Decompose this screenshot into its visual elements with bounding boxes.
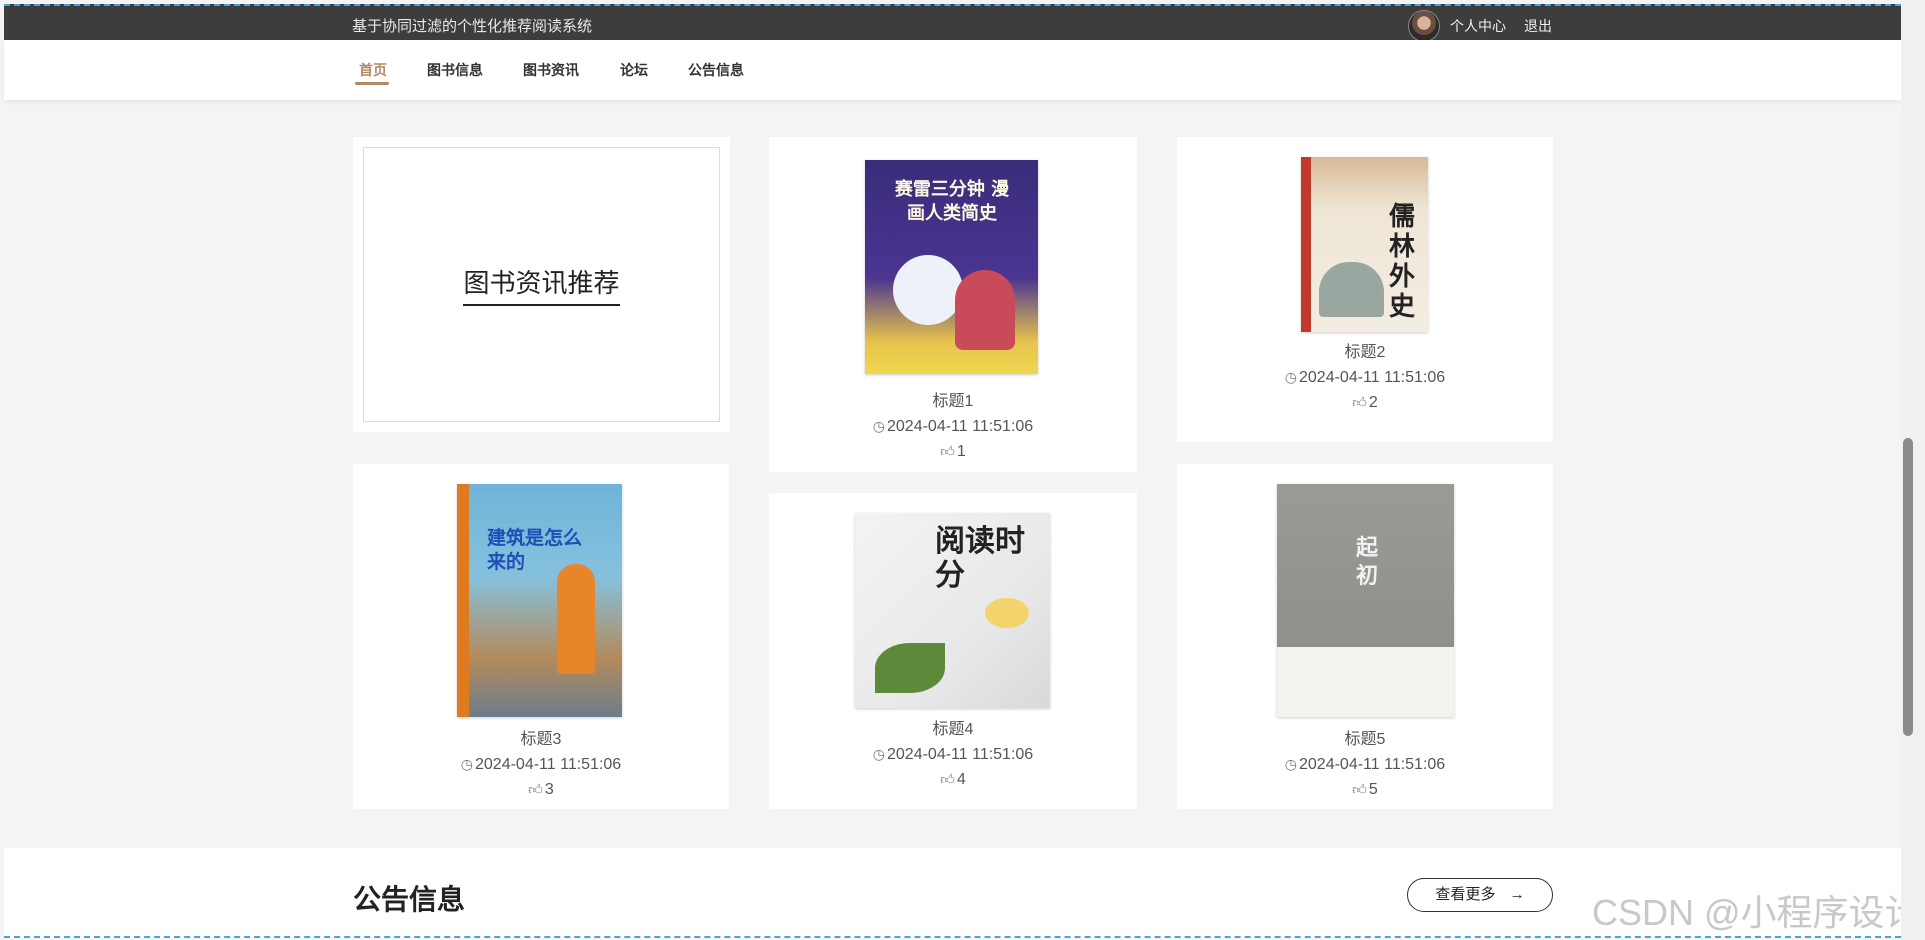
cover-text: 儒林外史 <box>1388 202 1415 322</box>
article-likes: 5 <box>1368 781 1378 798</box>
logout-link[interactable]: 退出 <box>1524 16 1552 36</box>
cover-illustration <box>955 270 1015 350</box>
clock-icon: ◷ <box>1284 756 1297 772</box>
clock-icon: ◷ <box>460 756 473 772</box>
scrollbar-thumb[interactable] <box>1903 438 1913 736</box>
article-date-row: ◷ 2024-04-11 11:51:06 <box>769 742 1137 767</box>
article-card[interactable]: 赛雷三分钟 漫画人类简史 标题1 ◷ 2024-04-11 11:51:06 👍︎… <box>769 137 1137 472</box>
article-date-row: ◷ 2024-04-11 11:51:06 <box>769 414 1137 439</box>
news-recommend-card[interactable]: 图书资讯推荐 <box>353 137 730 432</box>
article-likes-row: 👍︎ 5 <box>1177 777 1553 802</box>
main-nav: 首页 图书信息 图书资讯 论坛 公告信息 <box>4 40 1901 100</box>
article-title[interactable]: 标题3 <box>353 728 729 752</box>
nav-item-book-news[interactable]: 图书资讯 <box>523 60 579 80</box>
article-date: 2024-04-11 11:51:06 <box>475 756 622 773</box>
cover-illustration <box>1319 262 1384 317</box>
article-cover-image[interactable]: 建筑是怎么来的 <box>457 484 622 717</box>
article-likes: 4 <box>956 771 966 788</box>
view-more-label: 查看更多 <box>1435 886 1496 903</box>
nav-item-forum[interactable]: 论坛 <box>620 60 648 80</box>
article-meta: 标题2 ◷ 2024-04-11 11:51:06 👍︎ 2 <box>1177 341 1553 415</box>
article-date: 2024-04-11 11:51:06 <box>887 418 1034 435</box>
cover-illustration <box>875 643 945 693</box>
nav-item-book-info[interactable]: 图书信息 <box>427 60 483 80</box>
thumbs-up-icon[interactable]: 👍︎ <box>940 439 955 463</box>
article-meta: 标题1 ◷ 2024-04-11 11:51:06 👍︎ 1 <box>769 390 1137 464</box>
article-meta: 标题5 ◷ 2024-04-11 11:51:06 👍︎ 5 <box>1177 728 1553 802</box>
page-edge <box>0 0 4 940</box>
thumbs-up-icon[interactable]: 👍︎ <box>1352 777 1367 801</box>
cover-text: 赛雷三分钟 漫画人类简史 <box>894 179 1010 224</box>
article-likes: 2 <box>1368 394 1378 411</box>
article-date: 2024-04-11 11:51:06 <box>1299 756 1446 773</box>
article-meta: 标题3 ◷ 2024-04-11 11:51:06 👍︎ 3 <box>353 728 729 802</box>
article-meta: 标题4 ◷ 2024-04-11 11:51:06 👍︎ 4 <box>769 718 1137 792</box>
nav-item-notices[interactable]: 公告信息 <box>688 60 744 80</box>
cover-illustration <box>985 598 1029 628</box>
active-nav-indicator <box>355 82 389 85</box>
article-date-row: ◷ 2024-04-11 11:51:06 <box>353 752 729 777</box>
thumbs-up-icon[interactable]: 👍︎ <box>1352 390 1367 414</box>
article-card[interactable]: 儒林外史 标题2 ◷ 2024-04-11 11:51:06 👍︎ 2 <box>1177 137 1553 442</box>
article-likes-row: 👍︎ 4 <box>769 767 1137 792</box>
news-recommend-frame: 图书资讯推荐 <box>363 147 720 422</box>
news-recommend-heading: 图书资讯推荐 <box>364 263 719 306</box>
cover-spine <box>1301 157 1311 332</box>
news-recommend-label: 图书资讯推荐 <box>463 263 620 306</box>
article-card[interactable]: 阅读时分 标题4 ◷ 2024-04-11 11:51:06 👍︎ 4 <box>769 493 1137 809</box>
thumbs-up-icon[interactable]: 👍︎ <box>528 777 543 801</box>
thumbs-up-icon[interactable]: 👍︎ <box>940 767 955 791</box>
article-likes: 3 <box>544 781 554 798</box>
article-date-row: ◷ 2024-04-11 11:51:06 <box>1177 365 1553 390</box>
cover-spine <box>457 484 469 717</box>
article-card[interactable]: 建筑是怎么来的 标题3 ◷ 2024-04-11 11:51:06 👍︎ 3 <box>353 464 729 809</box>
article-title[interactable]: 标题2 <box>1177 341 1553 365</box>
arrow-right-icon: → <box>1509 886 1525 903</box>
clock-icon: ◷ <box>872 418 885 434</box>
article-card[interactable]: 起初 标题5 ◷ 2024-04-11 11:51:06 👍︎ 5 <box>1177 464 1553 809</box>
article-date: 2024-04-11 11:51:06 <box>887 746 1034 763</box>
nav-item-home[interactable]: 首页 <box>359 60 387 80</box>
site-title: 基于协同过滤的个性化推荐阅读系统 <box>352 18 593 35</box>
user-center-link[interactable]: 个人中心 <box>1450 16 1506 36</box>
top-header: 基于协同过滤的个性化推荐阅读系统 个人中心 退出 <box>4 4 1901 42</box>
notice-section-title: 公告信息 <box>353 884 466 915</box>
clock-icon: ◷ <box>872 746 885 762</box>
article-date-row: ◷ 2024-04-11 11:51:06 <box>1177 752 1553 777</box>
clock-icon: ◷ <box>1284 369 1297 385</box>
article-likes: 1 <box>956 443 966 460</box>
article-likes-row: 👍︎ 1 <box>769 439 1137 464</box>
article-cover-image[interactable]: 赛雷三分钟 漫画人类简史 <box>865 160 1038 374</box>
article-title[interactable]: 标题1 <box>769 390 1137 414</box>
cover-text: 起初 <box>1355 535 1378 589</box>
article-title[interactable]: 标题5 <box>1177 728 1553 752</box>
article-title[interactable]: 标题4 <box>769 718 1137 742</box>
article-cover-image[interactable]: 起初 <box>1277 484 1454 717</box>
article-likes-row: 👍︎ 2 <box>1177 390 1553 415</box>
view-more-button[interactable]: 查看更多 → <box>1407 878 1553 912</box>
article-cover-image[interactable]: 阅读时分 <box>855 513 1050 708</box>
article-cover-image[interactable]: 儒林外史 <box>1301 157 1428 332</box>
article-likes-row: 👍︎ 3 <box>353 777 729 802</box>
cover-illustration <box>893 255 963 325</box>
cover-text: 阅读时分 <box>935 524 1025 593</box>
watermark: CSDN @小程序设计 <box>1592 892 1921 933</box>
article-date: 2024-04-11 11:51:06 <box>1299 369 1446 386</box>
cover-illustration <box>557 564 595 674</box>
user-avatar[interactable] <box>1408 10 1440 42</box>
